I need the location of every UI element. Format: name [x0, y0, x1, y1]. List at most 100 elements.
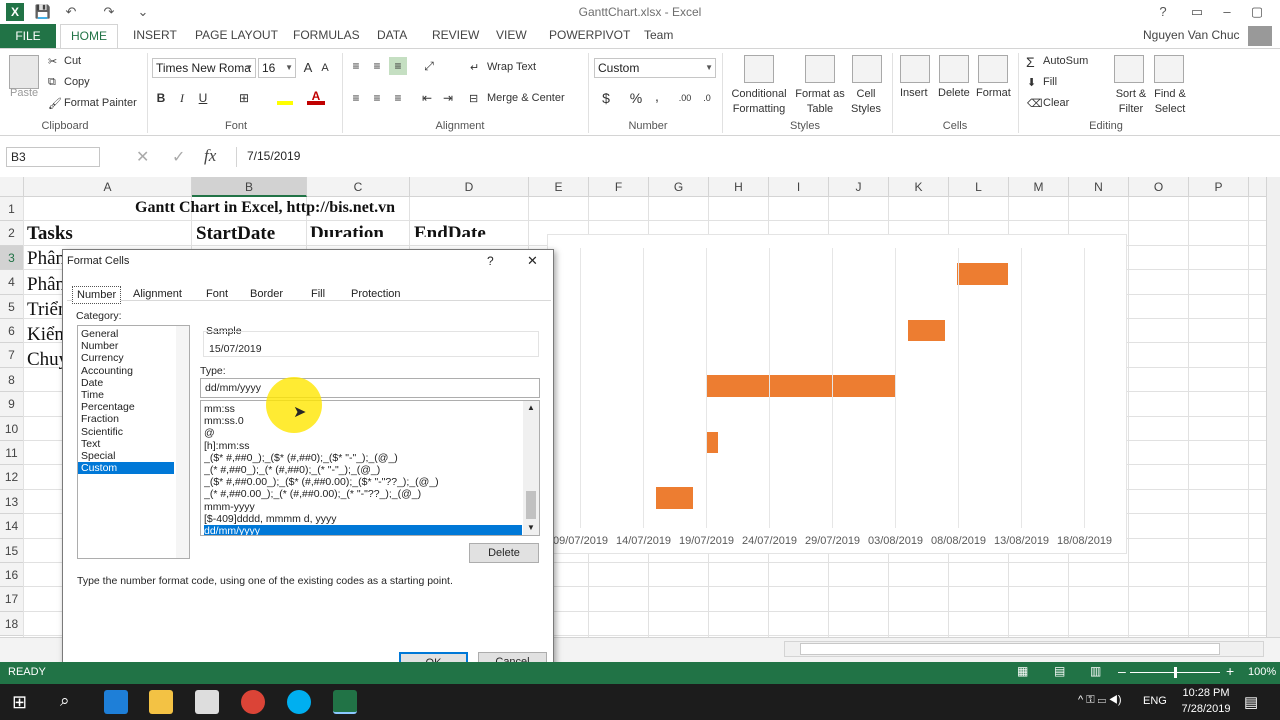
- row-header[interactable]: 8: [0, 367, 24, 393]
- select-all-corner[interactable]: [0, 177, 24, 197]
- excel-taskbar-icon[interactable]: [333, 690, 357, 714]
- align-left-icon[interactable]: ≡: [347, 89, 365, 107]
- row-header[interactable]: 17: [0, 587, 24, 612]
- tab-data[interactable]: DATA: [375, 24, 409, 48]
- category-item[interactable]: Time: [78, 389, 174, 401]
- category-list[interactable]: General Number Currency Accounting Date Time P…: [77, 325, 190, 559]
- column-header[interactable]: B: [192, 177, 307, 197]
- shrink-font-button[interactable]: A: [316, 59, 334, 77]
- normal-view-icon[interactable]: ▦: [1017, 664, 1028, 678]
- category-scrollbar[interactable]: [176, 326, 189, 558]
- category-item[interactable]: Custom: [78, 462, 174, 475]
- tab-formulas[interactable]: FORMULAS: [291, 24, 362, 48]
- merge-center-button[interactable]: Merge & Center: [487, 92, 565, 104]
- windows-start-icon[interactable]: ⊞: [12, 692, 27, 713]
- fill-button[interactable]: Fill: [1043, 76, 1057, 88]
- cell-d2[interactable]: EndDate: [414, 223, 486, 237]
- row-header[interactable]: 6: [0, 319, 24, 344]
- row-header[interactable]: 5: [0, 294, 24, 319]
- find-select-icon[interactable]: [1154, 55, 1184, 83]
- sort-filter-button[interactable]: Sort & Filter: [1108, 87, 1154, 117]
- insert-function-icon[interactable]: fx: [204, 146, 216, 166]
- cell-a3[interactable]: Phân: [27, 248, 65, 270]
- format-code-item[interactable]: _($* #,##0.00_);_($* (#,##0.00);_($* "-"…: [204, 476, 522, 488]
- column-header[interactable]: F: [589, 177, 649, 197]
- format-cells-icon[interactable]: [978, 55, 1008, 83]
- column-header[interactable]: C: [307, 177, 410, 197]
- format-painter-button[interactable]: Format Painter: [64, 97, 137, 109]
- category-item[interactable]: General: [78, 328, 174, 340]
- confirm-entry-icon[interactable]: ✓: [172, 147, 185, 167]
- action-center-icon[interactable]: ▤: [1244, 693, 1258, 711]
- decrease-indent-icon[interactable]: ⇤: [418, 89, 436, 107]
- format-code-item[interactable]: _(* #,##0_);_(* (#,##0);_(* "-"_);_(@_): [204, 464, 522, 476]
- cell-b2[interactable]: StartDate: [196, 223, 275, 245]
- column-header[interactable]: J: [829, 177, 889, 197]
- row-header[interactable]: 13: [0, 489, 24, 515]
- wrap-text-button[interactable]: Wrap Text: [487, 61, 536, 73]
- column-header[interactable]: P: [1189, 177, 1249, 197]
- category-item[interactable]: Date: [78, 377, 174, 389]
- cancel-entry-icon[interactable]: ✕: [136, 147, 149, 167]
- align-top-icon[interactable]: ≡: [347, 57, 365, 75]
- copy-icon[interactable]: ⧉: [48, 76, 56, 89]
- column-header[interactable]: O: [1129, 177, 1189, 197]
- format-code-item[interactable]: [h]:mm:ss: [204, 440, 522, 452]
- wrap-text-icon[interactable]: ↵: [470, 61, 479, 74]
- mail-icon[interactable]: [195, 690, 219, 714]
- conditional-formatting-button[interactable]: Conditional Formatting: [728, 87, 790, 117]
- row-header[interactable]: 2: [0, 221, 24, 246]
- horizontal-scroll-thumb[interactable]: [800, 643, 1220, 655]
- cell-a2[interactable]: Tasks: [27, 223, 73, 245]
- search-icon[interactable]: ⌕: [60, 691, 70, 711]
- align-bottom-icon[interactable]: ≡: [389, 57, 407, 75]
- column-header[interactable]: A: [24, 177, 192, 197]
- dialog-tab-border[interactable]: Border: [246, 286, 287, 302]
- ribbon-display-icon[interactable]: ▭: [1182, 2, 1212, 22]
- format-cells-button[interactable]: Format: [976, 87, 1011, 99]
- format-code-list[interactable]: mm:ss mm:ss.0 @ [h]:mm:ss _($* #,##0_);_($* …: [200, 400, 540, 536]
- decrease-decimal-icon[interactable]: .0: [698, 89, 716, 107]
- column-header[interactable]: H: [709, 177, 769, 197]
- chart-bar[interactable]: [707, 432, 718, 453]
- insert-cells-icon[interactable]: [900, 55, 930, 83]
- row-header[interactable]: 9: [0, 392, 24, 417]
- tab-view[interactable]: VIEW: [494, 24, 529, 48]
- edge-icon[interactable]: [104, 690, 128, 714]
- currency-button[interactable]: $: [597, 89, 615, 107]
- format-code-item[interactable]: _(* #,##0.00_);_(* (#,##0.00);_(* "-"??_…: [204, 488, 522, 500]
- category-item[interactable]: Number: [78, 340, 174, 352]
- row-header[interactable]: 12: [0, 465, 24, 490]
- format-code-item[interactable]: mmm-yyyy: [204, 501, 522, 513]
- italic-button[interactable]: I: [173, 89, 191, 107]
- category-item[interactable]: Text: [78, 438, 174, 450]
- dialog-tab-alignment[interactable]: Alignment: [129, 286, 186, 302]
- increase-indent-icon[interactable]: ⇥: [439, 89, 457, 107]
- minimize-icon[interactable]: –: [1212, 2, 1242, 22]
- format-code-item[interactable]: mm:ss.0: [204, 415, 522, 427]
- orientation-icon[interactable]: ⤢: [420, 57, 438, 75]
- dialog-tab-protection[interactable]: Protection: [347, 286, 405, 302]
- autosum-button[interactable]: AutoSum: [1043, 55, 1088, 67]
- row-header[interactable]: 18: [0, 611, 24, 637]
- font-name-combo[interactable]: Times New Roma ▼: [152, 58, 256, 78]
- delete-cells-button[interactable]: Delete: [938, 87, 970, 99]
- find-select-button[interactable]: Find & Select: [1150, 87, 1190, 117]
- scroll-up-icon[interactable]: ▲: [527, 403, 535, 412]
- chart-bar[interactable]: [707, 375, 895, 397]
- category-item[interactable]: Special: [78, 450, 174, 462]
- tab-home[interactable]: HOME: [60, 24, 118, 48]
- format-code-item[interactable]: _($* #,##0_);_($* (#,##0);_($* "-"_);_(@…: [204, 452, 522, 464]
- avatar[interactable]: [1248, 26, 1272, 46]
- zoom-out-icon[interactable]: –: [1118, 663, 1126, 679]
- clock-date[interactable]: 7/28/2019: [1178, 703, 1234, 715]
- comma-button[interactable]: ,: [648, 87, 666, 105]
- format-scrollbar[interactable]: ▲ ▼: [523, 401, 539, 535]
- type-input[interactable]: dd/mm/yyyy: [200, 378, 540, 398]
- row-header[interactable]: 16: [0, 563, 24, 588]
- format-painter-icon[interactable]: 🖌: [48, 97, 62, 110]
- cell-a6[interactable]: Kiển: [27, 324, 64, 346]
- row-header[interactable]: 7: [0, 343, 24, 368]
- dialog-close-icon[interactable]: ✕: [527, 253, 538, 269]
- file-explorer-icon[interactable]: [149, 690, 173, 714]
